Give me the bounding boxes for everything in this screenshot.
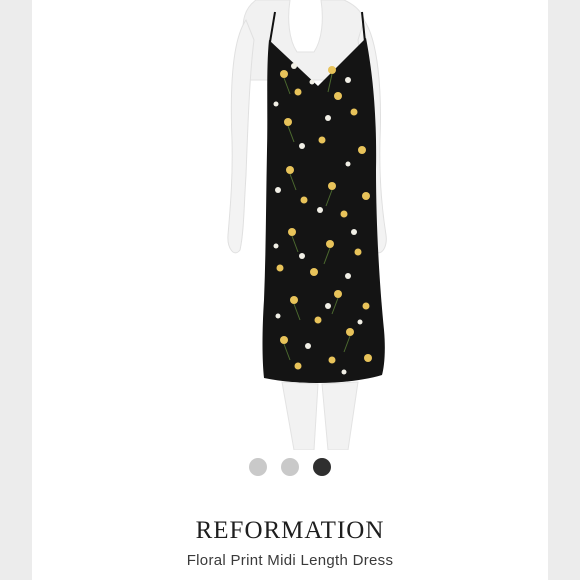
image-carousel-indicators (32, 458, 548, 478)
carousel-dot-3[interactable] (313, 458, 331, 476)
carousel-dot-1[interactable] (249, 458, 267, 476)
product-image[interactable] (32, 0, 548, 450)
mannequin-left-arm (227, 18, 255, 254)
product-card: REFORMATION Floral Print Midi Length Dre… (32, 0, 548, 580)
mannequin-legs (281, 381, 359, 450)
dress-body (262, 38, 385, 384)
carousel-dot-2[interactable] (281, 458, 299, 476)
product-title: Floral Print Midi Length Dress (186, 552, 394, 569)
product-brand: REFORMATION (195, 517, 385, 544)
dress-photo (227, 0, 387, 450)
